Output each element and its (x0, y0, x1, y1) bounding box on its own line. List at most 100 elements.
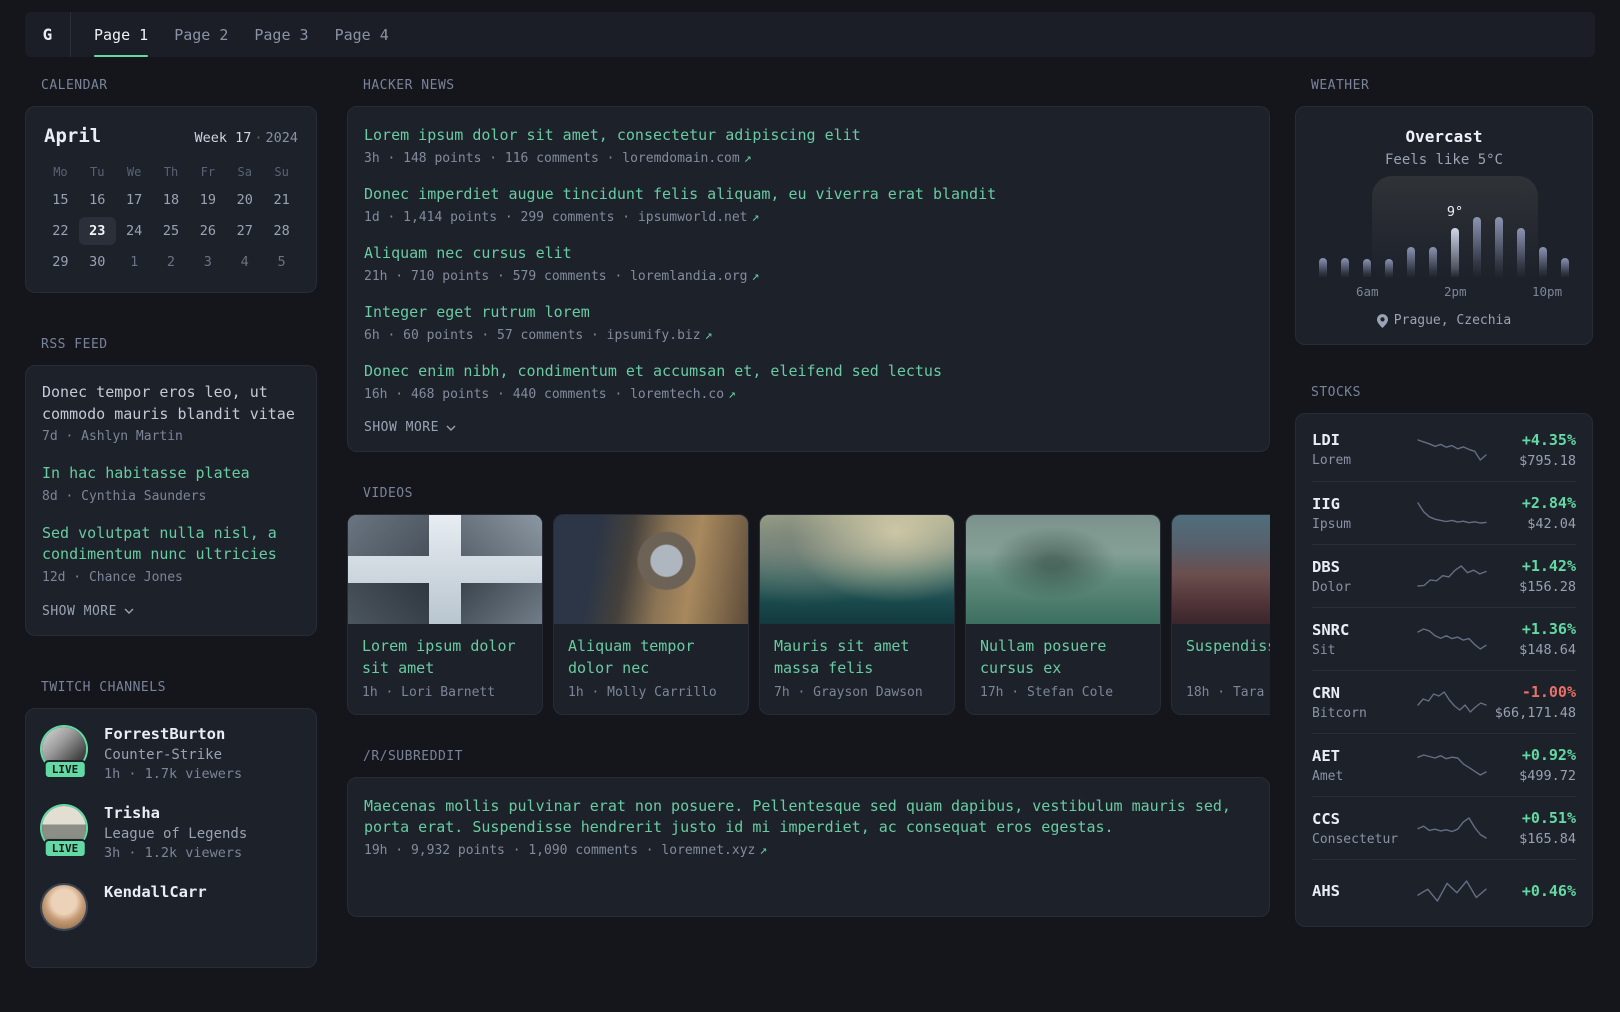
twitch-channel-row[interactable]: LIVE ForrestBurton Counter-Strike 1h · 1.7k… (42, 725, 300, 782)
stock-name: Sit (1312, 642, 1336, 658)
weather-bar-fill (1495, 217, 1503, 278)
hackernews-item: Integer eget rutrum lorem 6h · 60 points … (364, 302, 1253, 343)
rss-show-more-button[interactable]: SHOW MORE (42, 604, 300, 619)
external-link-icon: ↗ (751, 210, 760, 225)
tab-page-2[interactable]: Page 2 (161, 12, 241, 57)
weather-bar (1554, 186, 1576, 278)
stock-values: +0.92% $499.72 (1488, 746, 1576, 784)
hackernews-item-meta: 3h · 148 points · 116 comments · loremdo… (364, 151, 1253, 166)
tab-page-3[interactable]: Page 3 (241, 12, 321, 57)
weather-bar (1400, 186, 1422, 278)
stock-symbol: AET (1312, 746, 1340, 765)
calendar-weekday: Fr (200, 165, 216, 179)
video-card[interactable]: Lorem ipsum dolor sit amet consectetu… 1h… (347, 514, 543, 715)
twitch-channel-row[interactable]: LIVE Trisha League of Legends 3h · 1.2k vie… (42, 804, 300, 861)
rss-item-title[interactable]: In hac habitasse platea (42, 463, 300, 485)
hackernews-item-title[interactable]: Donec enim nibh, condimentum et accumsan… (364, 361, 1244, 382)
weather-location-row: Prague, Czechia (1312, 313, 1576, 328)
rss-item-title[interactable]: Donec tempor eros leo, ut commodo mauris… (42, 382, 300, 425)
stock-symbol: CCS (1312, 809, 1340, 828)
location-pin-icon (1376, 313, 1388, 328)
hackernews-item-domain-link[interactable]: ipsumworld.net (638, 210, 748, 225)
video-thumbnail (760, 515, 954, 624)
twitch-channel-meta: 3h · 1.2k viewers (104, 844, 243, 861)
stock-price: $499.72 (1519, 768, 1576, 784)
hackernews-item-title[interactable]: Lorem ipsum dolor sit amet, consectetur … (364, 125, 1244, 146)
hackernews-show-more-button[interactable]: SHOW MORE (364, 420, 1253, 435)
weather-hour-label (1488, 284, 1510, 299)
weather-bar (1312, 186, 1334, 278)
hackernews-item-title[interactable]: Integer eget rutrum lorem (364, 302, 1244, 323)
stock-row[interactable]: CRN Bitcorn -1.00% $66,171.48 (1312, 670, 1576, 733)
hackernews-item-title[interactable]: Aliquam nec cursus elit (364, 243, 1244, 264)
hackernews-item-title[interactable]: Donec imperdiet augue tincidunt felis al… (364, 184, 1244, 205)
subreddit-item-stats: 19h · 9,932 points · 1,090 comments · (364, 843, 662, 858)
weather-hour-label (1400, 284, 1422, 299)
stock-row[interactable]: SNRC Sit +1.36% $148.64 (1312, 607, 1576, 670)
hackernews-item-domain-link[interactable]: loremtech.co (630, 387, 724, 402)
subreddit-item-title[interactable]: Maecenas mollis pulvinar erat non posuer… (364, 796, 1244, 838)
weather-bar (1378, 186, 1400, 278)
stock-identity: IIG Ipsum (1312, 495, 1416, 532)
stock-row[interactable]: AET Amet +0.92% $499.72 (1312, 733, 1576, 796)
video-meta: 7h · Grayson Dawson (774, 685, 923, 700)
hackernews-item-domain-link[interactable]: loremdomain.com (622, 151, 739, 166)
rss-item-title[interactable]: Sed volutpat nulla nisl, a condimentum n… (42, 523, 300, 566)
stock-sparkline (1416, 754, 1487, 776)
twitch-channel-name[interactable]: ForrestBurton (104, 725, 242, 743)
video-card[interactable]: Nullam posuere cursus ex 17h · Stefan Col… (965, 514, 1161, 715)
weather-hour-label: 2pm (1444, 284, 1467, 299)
stock-sparkline-wrap (1416, 751, 1488, 779)
tab-page-4[interactable]: Page 4 (322, 12, 402, 57)
stock-row[interactable]: AHS +0.46% (1312, 859, 1576, 922)
twitch-channel-name[interactable]: Trisha (104, 804, 247, 822)
subreddit-widget: /R/SUBREDDIT Maecenas mollis pulvinar er… (347, 749, 1270, 917)
weather-hour-label (1554, 284, 1576, 299)
video-card-body: Nullam posuere cursus ex 17h · Stefan Col… (966, 624, 1160, 714)
hackernews-item-stats: 21h · 710 points · 579 comments · (364, 269, 631, 284)
video-card-body: Aliquam tempor dolor nec pharetra… 1h · M… (554, 624, 748, 714)
stock-change: +0.46% (1521, 882, 1576, 900)
section-label-twitch: TWITCH CHANNELS (41, 679, 166, 695)
stock-row[interactable]: LDI Lorem +4.35% $795.18 (1312, 418, 1576, 481)
hackernews-item-domain-link[interactable]: ipsumify.biz (607, 328, 701, 343)
weather-bar-chart: 9° (1312, 176, 1576, 280)
stock-name: Ipsum (1312, 516, 1352, 532)
stock-sparkline-wrap (1416, 688, 1488, 716)
weather-bar-fill (1407, 247, 1415, 278)
calendar-card: April Week 17 · 2024 Mo Tu We Th Fr Sa Su 15 16 17 1… (25, 106, 317, 293)
hackernews-item-domain-link[interactable]: loremlandia.org (630, 269, 747, 284)
video-thumbnail (966, 515, 1160, 624)
stock-row[interactable]: IIG Ipsum +2.84% $42.04 (1312, 481, 1576, 544)
section-label-weather: WEATHER (1311, 78, 1370, 93)
twitch-avatar-wrap: LIVE (42, 804, 88, 858)
video-card[interactable]: Suspendisse diam 18h · Tara (1171, 514, 1270, 715)
stock-sparkline-wrap (1416, 814, 1488, 842)
stock-name: Amet (1312, 768, 1344, 784)
subreddit-item-domain-link[interactable]: loremnet.xyz (661, 843, 755, 858)
twitch-channel-row[interactable]: KendallCarr (42, 883, 300, 929)
stock-row[interactable]: DBS Dolor +1.42% $156.28 (1312, 544, 1576, 607)
rss-item: Sed volutpat nulla nisl, a condimentum n… (42, 523, 300, 585)
twitch-channel-name[interactable]: KendallCarr (104, 883, 207, 901)
stock-values: +1.42% $156.28 (1488, 557, 1576, 595)
stock-sparkline (1416, 565, 1487, 587)
video-card[interactable]: Aliquam tempor dolor nec pharetra… 1h · M… (553, 514, 749, 715)
calendar-month: April (44, 125, 102, 147)
app-logo[interactable]: G (25, 12, 71, 57)
calendar-year: 2024 (265, 130, 298, 146)
calendar-day-selected: 23 (78, 217, 116, 245)
calendar-day: 30 (89, 254, 106, 270)
calendar-day: 28 (273, 223, 290, 239)
stock-row[interactable]: CCS Consectetur +0.51% $165.84 (1312, 796, 1576, 859)
calendar-week: Week 17 · 2024 (194, 130, 298, 146)
stock-name: Bitcorn (1312, 705, 1367, 721)
video-card[interactable]: Mauris sit amet massa felis 7h · Grayson … (759, 514, 955, 715)
stock-symbol: SNRC (1312, 620, 1350, 639)
weather-condition: Overcast (1405, 127, 1483, 146)
video-title: Suspendisse diam (1186, 637, 1270, 655)
tab-page-1[interactable]: Page 1 (81, 12, 161, 57)
stock-sparkline (1416, 628, 1487, 650)
stock-price: $165.84 (1519, 831, 1576, 847)
stock-symbol: AHS (1312, 882, 1340, 900)
